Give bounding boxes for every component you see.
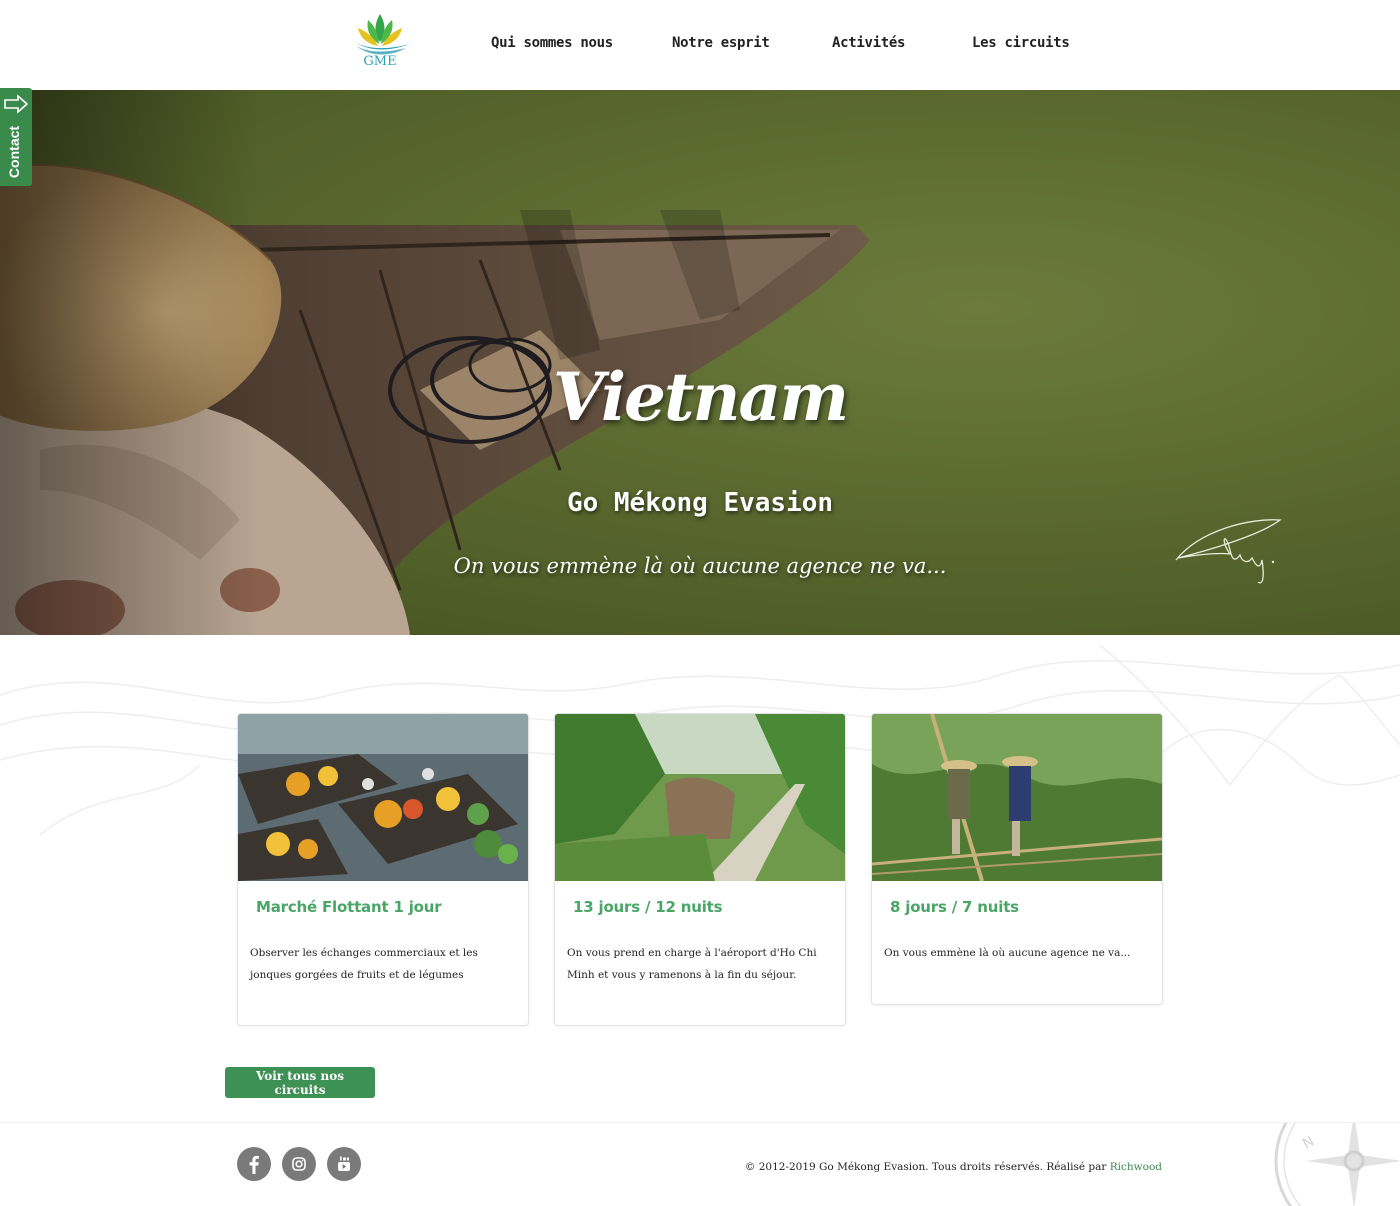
nav-notre-esprit[interactable]: Notre esprit [672,35,770,51]
hero-banner: Vietnam Go Mékong Evasion On vous emmène… [0,90,1400,635]
richwood-link[interactable]: Richwood [1110,1161,1162,1173]
card-photo-floating-market [238,714,528,881]
card-description: On vous emmène là où aucune agence ne va… [884,947,1131,959]
nav-activites[interactable]: Activités [832,35,905,51]
card-photo-village-path [555,714,845,881]
youtube-button[interactable] [327,1147,361,1181]
nav-qui-sommes-nous[interactable]: Qui sommes nous [491,35,613,51]
contact-tab[interactable]: Contact [0,88,32,186]
arrow-right-icon [4,94,29,114]
view-all-circuits-button[interactable]: Voir tous nos circuits [225,1067,375,1098]
site-footer: © 2012-2019 Go Mékong Evasion. Tous droi… [0,1122,1400,1206]
card-description: On vous prend en charge à l'aéroport d'H… [567,947,817,981]
card-title: 8 jours / 7 nuits [890,898,1019,916]
circuit-card-marche-flottant[interactable]: Marché Flottant 1 jour Observer les écha… [237,713,529,1026]
card-photo-bamboo-bridge [872,714,1162,881]
compass-icon: N [1274,1123,1400,1206]
card-title: 13 jours / 12 nuits [573,898,723,916]
circuit-card-13-jours[interactable]: 13 jours / 12 nuits On vous prend en cha… [554,713,846,1026]
svg-text:N: N [1300,1133,1317,1152]
facebook-button[interactable] [237,1147,271,1181]
hero-title: Vietnam [552,358,849,436]
youtube-icon [338,1156,350,1171]
signature-graphic [1175,519,1282,584]
instagram-button[interactable] [282,1147,316,1181]
site-header: GME Qui sommes nous Notre esprit Activit… [0,0,1400,90]
instagram-icon [292,1157,306,1171]
contact-tab-label: Contact [6,125,22,179]
nav-les-circuits[interactable]: Les circuits [972,35,1070,51]
card-title: Marché Flottant 1 jour [256,898,442,916]
card-description: Observer les échanges commerciaux et les… [250,947,478,981]
logo-text: GME [363,54,397,69]
copyright-notice: © 2012-2019 Go Mékong Evasion. Tous droi… [744,1161,1107,1173]
copyright-text: © 2012-2019 Go Mékong Evasion. Tous droi… [640,1161,1162,1173]
facebook-icon [249,1155,259,1174]
circuit-card-8-jours[interactable]: 8 jours / 7 nuits On vous emmène là où a… [871,713,1163,1005]
